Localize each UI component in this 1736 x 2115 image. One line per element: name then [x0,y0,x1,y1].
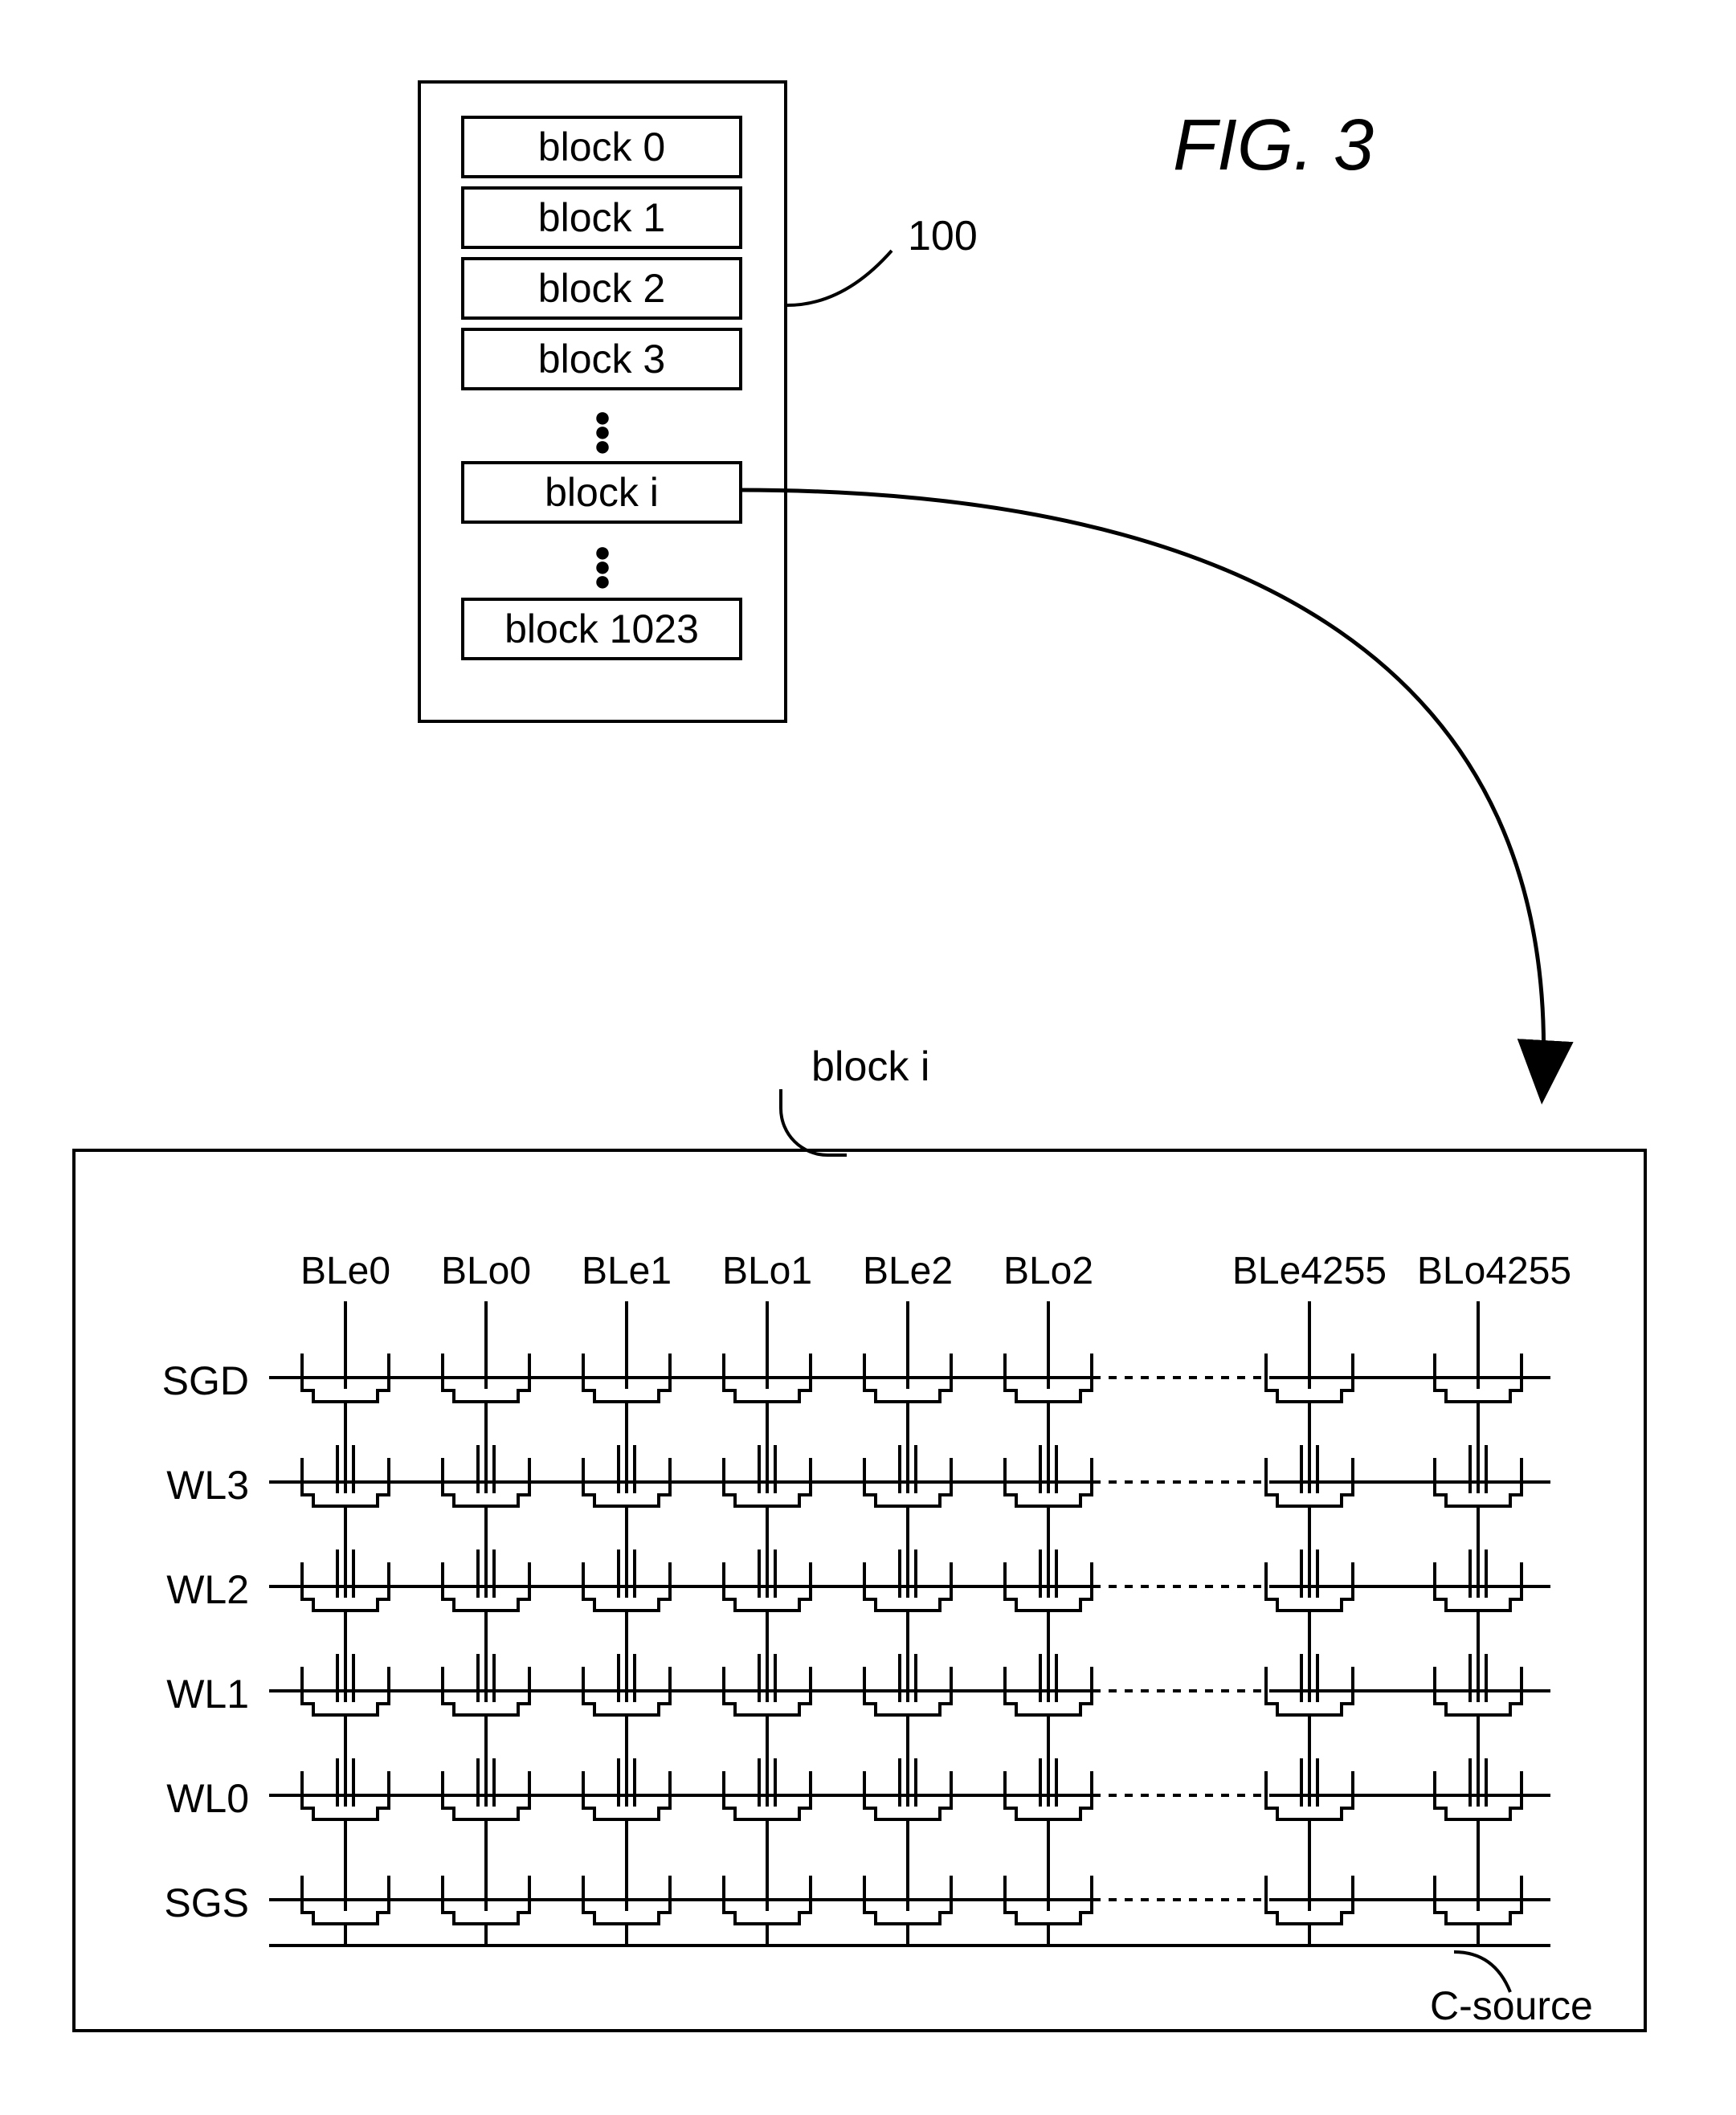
callout-arrow-icon [723,426,1575,1125]
leader-curve [779,1089,847,1157]
page: FIG. 3 block 0 block 1 block 2 block 3 ●… [0,0,1736,2115]
nand-string-schematic [145,1213,1599,2000]
block-item: block 1023 [461,598,742,660]
ref-number: 100 [908,212,978,260]
block-item: block 2 [461,257,742,320]
block-item: block 3 [461,328,742,390]
block-item-i: block i [461,461,742,524]
block-item: block 0 [461,116,742,178]
detail-title: block i [811,1043,929,1091]
block-item: block 1 [461,186,742,249]
figure-label: FIG. 3 [1173,104,1374,187]
